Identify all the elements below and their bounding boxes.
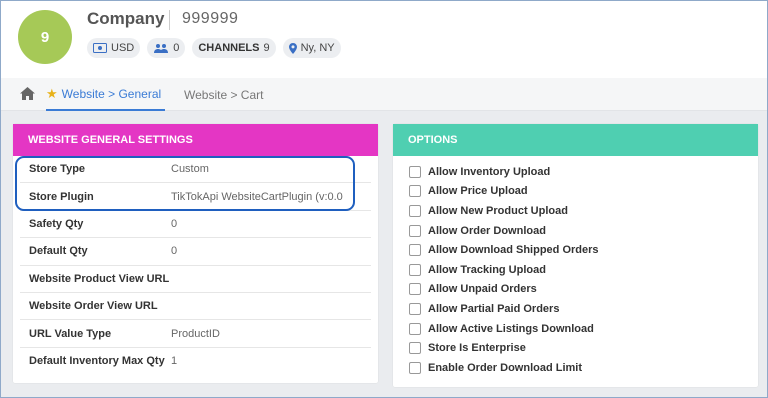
company-avatar: 9 — [18, 10, 72, 64]
row-label: Safety Qty — [29, 217, 84, 230]
channels-label: CHANNELS — [198, 42, 260, 54]
option-allow-unpaid-orders[interactable]: Allow Unpaid Orders — [409, 280, 758, 300]
option-label: Allow Tracking Upload — [428, 263, 546, 276]
option-label: Allow Unpaid Orders — [428, 283, 537, 296]
checkbox[interactable] — [409, 244, 421, 257]
checkbox[interactable] — [409, 224, 421, 237]
option-allow-order-download[interactable]: Allow Order Download — [409, 221, 758, 241]
row-value: 0 — [171, 245, 178, 258]
map-pin-icon — [288, 42, 297, 54]
option-label: Allow New Product Upload — [428, 204, 568, 217]
settings-row-url-value-type: URL Value Type ProductID — [20, 320, 371, 348]
option-label: Allow Active Listings Download — [428, 322, 594, 335]
option-label: Allow Inventory Upload — [428, 165, 551, 178]
header-chips: USD 0 CHANNELS 9 Ny, NY — [87, 38, 341, 58]
card-title: OPTIONS — [393, 124, 758, 156]
row-label: Store Plugin — [29, 190, 94, 203]
location-label: Ny, NY — [300, 42, 335, 54]
website-general-settings-card: WEBSITE GENERAL SETTINGS Store Type Cust… — [13, 124, 378, 383]
option-allow-price-upload[interactable]: Allow Price Upload — [409, 182, 758, 202]
settings-row-safety-qty: Safety Qty 0 — [20, 211, 371, 239]
option-allow-inventory-upload[interactable]: Allow Inventory Upload — [409, 162, 758, 182]
row-label: URL Value Type — [29, 327, 112, 340]
location-chip: Ny, NY — [282, 38, 341, 58]
users-chip: 0 — [147, 38, 186, 58]
settings-row-store-plugin: Store Plugin TikTokApi WebsiteCartPlugin… — [20, 183, 371, 211]
option-allow-tracking-upload[interactable]: Allow Tracking Upload — [409, 260, 758, 280]
users-count: 0 — [173, 42, 180, 54]
option-allow-active-listings-download[interactable]: Allow Active Listings Download — [409, 319, 758, 339]
row-value: TikTokApi WebsiteCartPlugin (v:0.0 — [171, 190, 343, 203]
header-divider — [169, 10, 170, 30]
settings-row-order-view-url: Website Order View URL — [20, 293, 371, 321]
checkbox[interactable] — [409, 263, 421, 276]
settings-row-store-type: Store Type Custom — [20, 156, 371, 184]
option-allow-partial-paid-orders[interactable]: Allow Partial Paid Orders — [409, 299, 758, 319]
channels-chip: CHANNELS 9 — [192, 38, 276, 58]
option-allow-new-product-upload[interactable]: Allow New Product Upload — [409, 201, 758, 221]
option-label: Allow Order Download — [428, 224, 546, 237]
option-label: Allow Download Shipped Orders — [428, 244, 599, 257]
currency-label: USD — [111, 42, 135, 54]
option-enable-order-download-limit[interactable]: Enable Order Download Limit — [409, 358, 758, 378]
tab-website-cart[interactable]: Website > Cart — [184, 78, 263, 111]
row-label: Website Order View URL — [29, 300, 158, 313]
option-store-is-enterprise[interactable]: Store Is Enterprise — [409, 338, 758, 358]
tab-label: Website > Cart — [184, 87, 264, 102]
tab-website-general[interactable]: ★ Website > General — [46, 78, 166, 111]
row-value: 0 — [171, 217, 178, 230]
row-label: Website Product View URL — [29, 272, 170, 285]
checkbox[interactable] — [409, 302, 421, 315]
settings-row-default-inventory-max-qty: Default Inventory Max Qty 1 — [20, 348, 371, 375]
card-title: WEBSITE GENERAL SETTINGS — [13, 124, 378, 156]
option-label: Enable Order Download Limit — [428, 361, 583, 374]
option-allow-download-shipped-orders[interactable]: Allow Download Shipped Orders — [409, 240, 758, 260]
settings-row-product-view-url: Website Product View URL — [20, 266, 371, 293]
currency-chip: USD — [87, 38, 141, 58]
option-label: Allow Price Upload — [428, 185, 528, 198]
row-value: Custom — [171, 163, 209, 176]
options-card: OPTIONS Allow Inventory Upload Allow Pri… — [393, 124, 758, 387]
row-label: Default Qty — [29, 245, 88, 258]
checkbox[interactable] — [409, 165, 421, 178]
tab-bar: ★ Website > General Website > Cart — [1, 78, 767, 111]
row-value: ProductID — [171, 327, 220, 340]
option-label: Allow Partial Paid Orders — [428, 302, 560, 315]
settings-list: Store Type Custom Store Plugin TikTokApi… — [13, 156, 378, 375]
settings-row-default-qty: Default Qty 0 — [20, 238, 371, 266]
users-icon — [153, 43, 169, 53]
row-label: Store Type — [29, 163, 86, 176]
money-icon — [93, 43, 107, 53]
checkbox[interactable] — [409, 283, 421, 296]
company-name: Company — [87, 9, 165, 28]
home-icon[interactable] — [20, 87, 35, 105]
checkbox[interactable] — [409, 361, 421, 374]
channels-count: 9 — [263, 42, 270, 54]
row-label: Default Inventory Max Qty — [29, 355, 165, 368]
checkbox[interactable] — [409, 185, 421, 198]
tab-label: Website > General — [61, 86, 162, 101]
options-list: Allow Inventory Upload Allow Price Uploa… — [393, 156, 758, 378]
checkbox[interactable] — [409, 342, 421, 355]
star-icon: ★ — [46, 85, 58, 101]
option-label: Store Is Enterprise — [428, 342, 526, 355]
checkbox[interactable] — [409, 204, 421, 217]
checkbox[interactable] — [409, 322, 421, 335]
main-content: WEBSITE GENERAL SETTINGS Store Type Cust… — [1, 111, 767, 397]
row-value: 1 — [171, 355, 178, 368]
company-id: 999999 — [182, 10, 239, 27]
company-header: 9 Company 999999 USD 0 CHANNELS 9 Ny, NY — [1, 1, 767, 78]
